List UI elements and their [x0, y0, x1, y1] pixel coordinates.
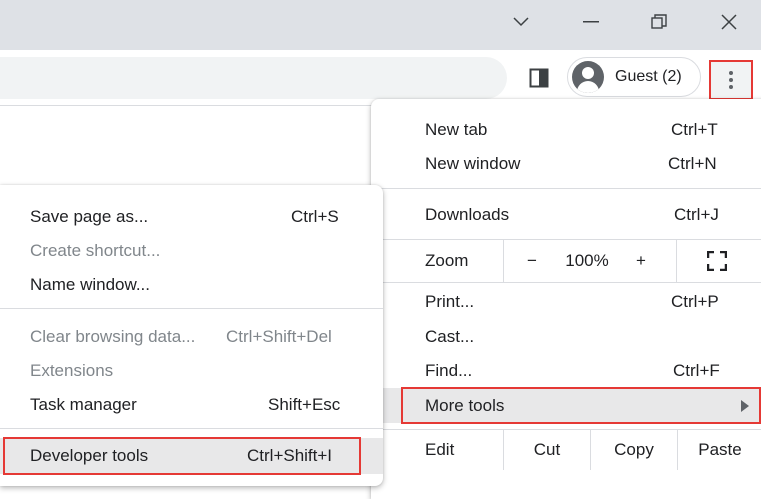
minimize-icon: [583, 21, 599, 23]
menu-item-label: Print...: [425, 292, 475, 311]
menu-item-shortcut: Ctrl+S: [291, 207, 339, 226]
menu-item-extensions: Extensions: [0, 354, 383, 388]
menu-item-print[interactable]: Print... Ctrl+P: [371, 285, 761, 319]
restore-icon: [651, 14, 667, 29]
restore-button[interactable]: [636, 0, 682, 44]
menu-item-shortcut: Ctrl+T: [671, 120, 718, 139]
zoom-in-button[interactable]: +: [626, 240, 656, 282]
menu-item-label: Clear browsing data...: [30, 327, 196, 346]
zoom-level: 100%: [565, 251, 609, 270]
menu-item-label: New window: [425, 154, 521, 173]
menu-item-label: Name window...: [30, 275, 150, 294]
menu-divider: [371, 282, 761, 283]
profile-button[interactable]: Guest (2): [567, 57, 701, 97]
menu-item-name-window[interactable]: Name window...: [0, 268, 383, 302]
zoom-divider: [676, 240, 677, 282]
menu-item-new-window[interactable]: New window Ctrl+N: [371, 147, 761, 181]
fullscreen-button[interactable]: [697, 240, 737, 282]
menu-item-cast[interactable]: Cast...: [371, 320, 761, 354]
menu-item-label: Task manager: [30, 395, 137, 414]
close-icon: [721, 14, 737, 30]
menu-item-more-tools[interactable]: More tools: [371, 388, 761, 423]
menu-item-label: Edit: [425, 440, 455, 459]
address-bar[interactable]: [0, 57, 507, 99]
more-tools-submenu: Save page as... Ctrl+S Create shortcut..…: [0, 185, 383, 486]
cut-button[interactable]: Cut: [504, 430, 590, 470]
menu-item-clear-browsing-data: Clear browsing data... Ctrl+Shift+Del: [0, 320, 383, 354]
menu-item-shortcut: Shift+Esc: [268, 395, 341, 414]
menu-item-label: Create shortcut...: [30, 241, 161, 260]
side-panel-icon: [529, 68, 549, 88]
menu-item-shortcut: Ctrl+J: [674, 205, 719, 224]
paste-button[interactable]: Paste: [678, 430, 761, 470]
customize-menu-button[interactable]: [709, 60, 753, 100]
menu-item-label: Find...: [425, 361, 473, 380]
menu-item-shortcut: Ctrl+P: [671, 292, 719, 311]
menu-item-create-shortcut: Create shortcut...: [0, 234, 383, 268]
menu-item-label: More tools: [425, 395, 505, 415]
menu-item-shortcut: Ctrl+F: [673, 361, 720, 380]
menu-item-label: Developer tools: [30, 446, 149, 465]
title-bar: [0, 0, 761, 50]
profile-label: Guest (2): [615, 68, 682, 85]
minimize-button[interactable]: [568, 0, 614, 44]
menu-item-shortcut: Ctrl+N: [668, 154, 717, 173]
browser-toolbar: Guest (2): [0, 50, 761, 106]
menu-item-label: New tab: [425, 120, 488, 139]
menu-item-label: Save page as...: [30, 207, 149, 226]
zoom-out-button[interactable]: −: [517, 240, 547, 282]
submenu-arrow-icon: [741, 400, 749, 412]
menu-item-developer-tools[interactable]: Developer tools Ctrl+Shift+I: [0, 438, 383, 474]
menu-item-task-manager[interactable]: Task manager Shift+Esc: [0, 388, 383, 422]
menu-divider: [0, 428, 383, 429]
side-panel-button[interactable]: [524, 63, 554, 93]
avatar-icon: [572, 61, 604, 93]
fullscreen-icon: [707, 251, 727, 271]
zoom-divider: [503, 240, 504, 282]
tab-search-button[interactable]: [498, 0, 544, 44]
menu-item-label: Downloads: [425, 205, 510, 224]
close-window-button[interactable]: [706, 0, 752, 44]
menu-item-find[interactable]: Find... Ctrl+F: [371, 354, 761, 388]
menu-divider: [371, 188, 761, 189]
menu-item-downloads[interactable]: Downloads Ctrl+J: [371, 198, 761, 232]
menu-divider: [0, 308, 383, 309]
menu-item-label: Extensions: [30, 361, 114, 380]
menu-item-new-tab[interactable]: New tab Ctrl+T: [371, 113, 761, 147]
menu-item-label: Zoom: [425, 251, 469, 270]
chevron-down-icon: [513, 17, 529, 27]
chrome-main-menu: New tab Ctrl+T New window Ctrl+N Downloa…: [371, 99, 761, 499]
menu-item-shortcut: Ctrl+Shift+Del: [226, 327, 332, 346]
menu-item-save-page[interactable]: Save page as... Ctrl+S: [0, 200, 383, 234]
menu-item-label: Cast...: [425, 327, 475, 346]
menu-item-shortcut: Ctrl+Shift+I: [247, 446, 333, 465]
copy-button[interactable]: Copy: [591, 430, 677, 470]
three-dot-menu-icon: [729, 71, 733, 89]
